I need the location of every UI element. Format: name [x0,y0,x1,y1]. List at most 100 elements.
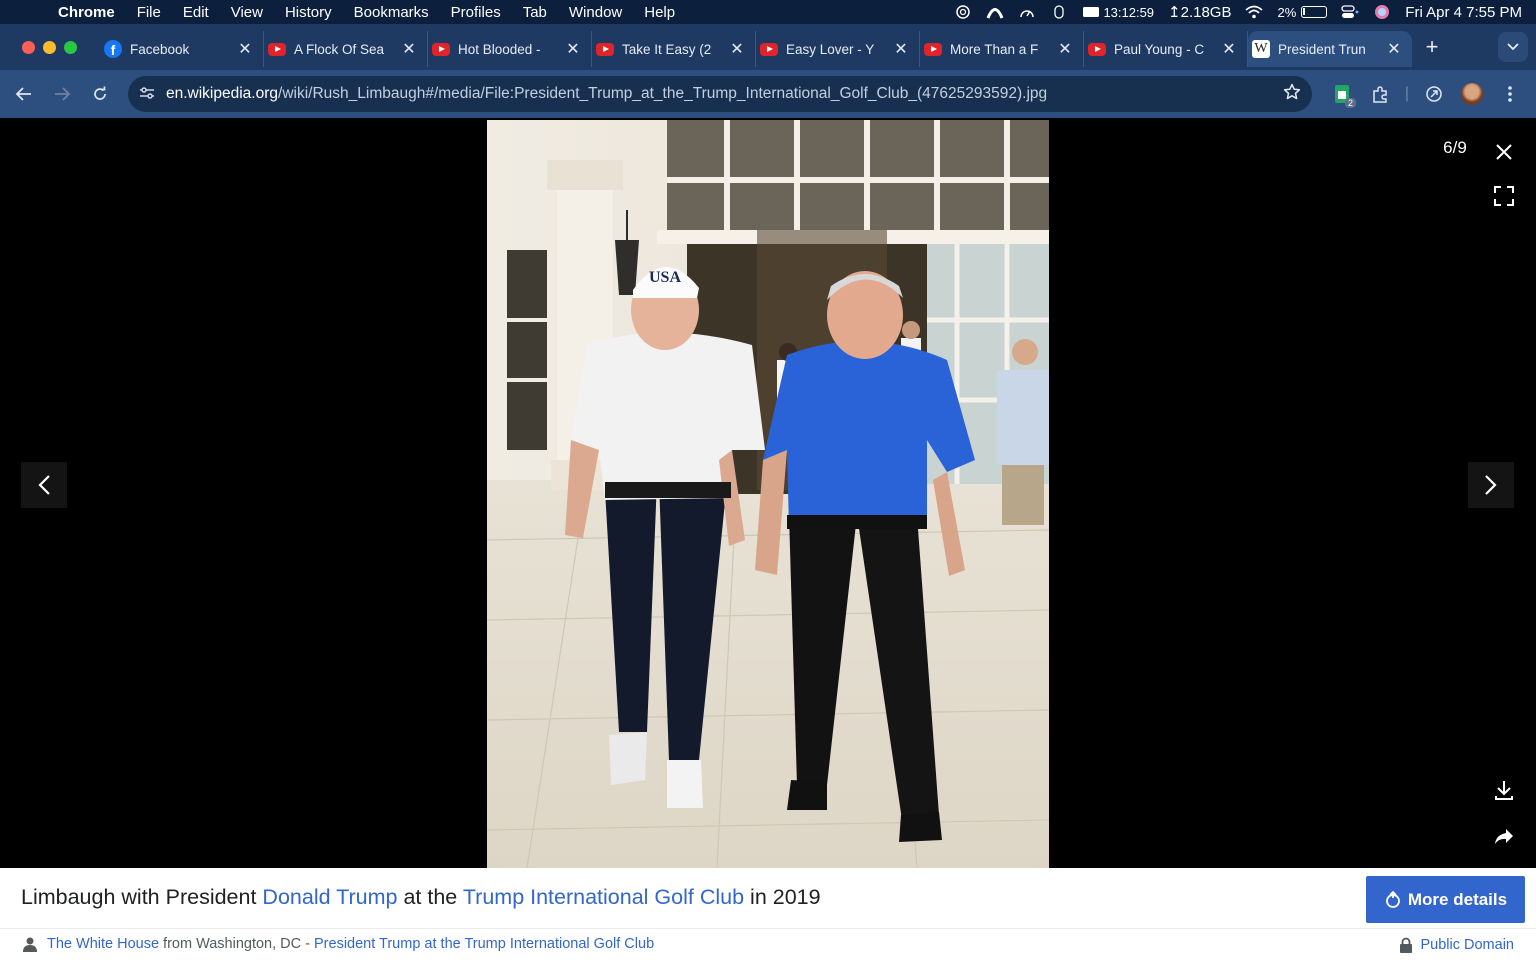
fullscreen-button[interactable] [1488,180,1520,212]
user-icon [23,937,37,952]
toolbar-actions: 2 | [1326,70,1536,118]
next-image-button[interactable] [1468,462,1514,508]
chevron-left-icon [38,475,50,495]
menu-window[interactable]: Window [558,4,633,21]
menu-edit[interactable]: Edit [172,4,220,21]
tab-close-icon[interactable]: ✕ [729,39,745,59]
commons-icon [1385,890,1400,908]
donald-trump-link[interactable]: Donald Trump [262,885,397,909]
app-menu: Chrome File Edit View History Bookmarks … [40,4,686,21]
cpu-clock[interactable]: 13:12:59 [1082,5,1154,20]
credit-from: from Washington, DC - [159,936,315,952]
tab-more-than-a-feeling[interactable]: More Than a F ✕ [920,31,1084,67]
source-link[interactable]: President Trump at the Trump Internation… [314,936,654,952]
youtube-icon [1088,40,1106,58]
caption-text: Limbaugh with President Donald Trump at … [21,885,821,910]
tab-close-icon[interactable]: ✕ [893,39,909,59]
menu-tab[interactable]: Tab [512,4,558,21]
arc-icon[interactable] [986,5,1004,19]
tab-close-icon[interactable]: ✕ [1057,39,1073,59]
tab-search-button[interactable] [1498,32,1528,62]
close-viewer-button[interactable] [1488,136,1520,168]
share-button[interactable] [1488,820,1520,852]
url-path: /wiki/Rush_Limbaugh#/media/File:Presiden… [278,85,1048,102]
youtube-icon [924,40,942,58]
tab-take-it-easy[interactable]: Take It Easy (2 ✕ [592,31,756,67]
bookmark-star-icon[interactable] [1272,83,1312,106]
menu-bookmarks[interactable]: Bookmarks [343,4,440,21]
mouse-icon[interactable] [1050,5,1068,19]
close-window-button[interactable] [22,40,35,54]
arrow-right-icon [55,87,71,101]
close-icon [1496,144,1512,160]
attribution-text: The White House from Washington, DC - Pr… [47,936,654,952]
golf-club-link[interactable]: Trump International Golf Club [463,885,744,909]
license-label: Public Domain [1420,937,1515,953]
tab-close-icon[interactable]: ✕ [1221,39,1237,59]
arrow-left-icon [15,87,31,101]
attribution-bar: The White House from Washington, DC - Pr… [0,928,1536,960]
chrome-menu-icon[interactable] [1494,78,1526,110]
forward-button[interactable] [43,75,81,113]
author-link[interactable]: The White House [47,936,159,952]
browser-toolbar: en.wikipedia.org/wiki/Rush_Limbaugh#/med… [0,70,1536,118]
tab-close-icon[interactable]: ✕ [237,39,253,59]
menubar-datetime[interactable]: Fri Apr 4 7:55 PM [1405,4,1522,21]
wifi-icon[interactable] [1245,5,1264,19]
control-center-icon[interactable] [1341,5,1359,19]
battery-status[interactable]: 2% [1277,4,1328,20]
memory-usage[interactable]: ↥2.18GB [1168,3,1231,21]
wikipedia-icon: W [1252,40,1270,58]
menu-history[interactable]: History [274,4,343,21]
speedometer-icon[interactable] [1018,5,1036,19]
download-button[interactable] [1488,774,1520,806]
new-tab-button[interactable]: + [1412,34,1452,60]
zoom-window-button[interactable] [64,40,77,54]
siri-icon[interactable] [1373,5,1391,19]
share-arrow-icon [1495,829,1513,844]
tab-paul-young[interactable]: Paul Young - C ✕ [1084,31,1248,67]
site-settings-icon[interactable] [128,86,166,103]
tab-title: President Trun [1278,41,1366,57]
profile-avatar[interactable] [1456,78,1488,110]
menu-profiles[interactable]: Profiles [440,4,512,21]
tab-easy-lover[interactable]: Easy Lover - Y ✕ [756,31,920,67]
chevron-down-icon [1507,43,1519,51]
minimize-window-button[interactable] [43,40,56,54]
tab-president-trump-active[interactable]: W President Trun ✕ [1248,31,1412,67]
reload-button[interactable] [81,75,119,113]
chatgpt-icon[interactable] [954,5,972,19]
youtube-icon [432,40,450,58]
menu-view[interactable]: View [220,4,274,21]
tab-facebook[interactable]: f Facebook ✕ [100,31,264,67]
youtube-icon [596,40,614,58]
sheets-extension-icon[interactable]: 2 [1326,78,1358,110]
youtube-icon [268,40,286,58]
address-bar[interactable]: en.wikipedia.org/wiki/Rush_Limbaugh#/med… [128,76,1312,112]
battery-percent: 2% [1277,4,1297,20]
memory-chip-icon [1083,7,1100,17]
menu-app-name[interactable]: Chrome [40,4,126,21]
extensions-puzzle-icon[interactable] [1364,78,1396,110]
previous-image-button[interactable] [21,462,67,508]
tab-strip: f Facebook ✕ A Flock Of Sea ✕ Hot Bloode… [0,24,1536,70]
back-button[interactable] [5,75,43,113]
tab-title: Paul Young - C [1114,41,1205,57]
license-link[interactable]: Public Domain [1399,937,1515,953]
tab-title: A Flock Of Sea [294,41,385,57]
photo-image: USA [487,120,1049,868]
facebook-icon: f [104,40,122,58]
more-details-button[interactable]: More details [1366,876,1525,923]
lock-icon [1399,937,1412,953]
menu-file[interactable]: File [126,4,172,21]
tab-hot-blooded[interactable]: Hot Blooded - ✕ [428,31,592,67]
menu-help[interactable]: Help [633,4,686,21]
performance-leaf-icon[interactable] [1418,78,1450,110]
tab-close-icon[interactable]: ✕ [565,39,581,59]
tab-close-icon[interactable]: ✕ [1386,39,1402,59]
media-counter: 6/9 [1443,138,1467,157]
caption-prefix: Limbaugh with President [21,885,263,909]
battery-icon [1301,6,1328,18]
tab-close-icon[interactable]: ✕ [401,39,417,59]
tab-a-flock-of-seagulls[interactable]: A Flock Of Sea ✕ [264,31,428,67]
